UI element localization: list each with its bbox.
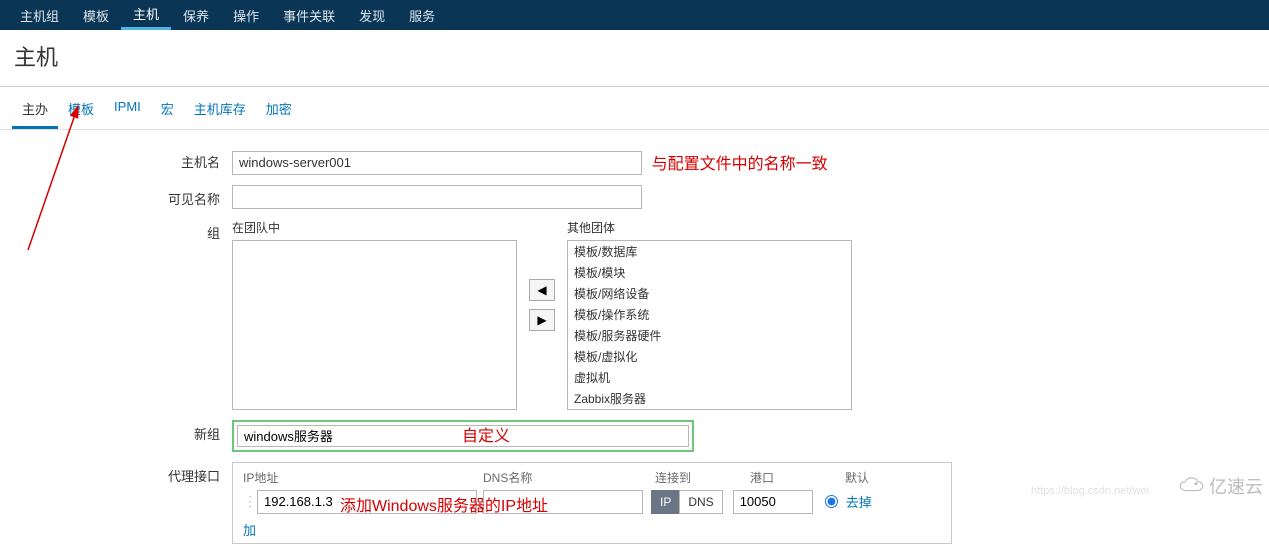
input-port[interactable]: [733, 490, 813, 514]
group-option[interactable]: 模板/数据库: [568, 241, 851, 262]
group-option[interactable]: 模板/虚拟化: [568, 346, 851, 367]
input-newgroup[interactable]: [237, 425, 689, 447]
header-in-group: 在团队中: [232, 219, 517, 236]
input-hostname[interactable]: [232, 151, 642, 175]
move-right-button[interactable]: ▶: [529, 309, 555, 331]
top-nav: 主机组 模板 主机 保养 操作 事件关联 发现 服务: [0, 0, 1269, 30]
host-form: 主机名 与配置文件中的名称一致 可见名称 组 在团队中 ◀ ▶: [0, 130, 1269, 544]
iface-headers: IP地址 DNS名称 连接到 港口 默认: [243, 469, 941, 486]
group-option[interactable]: 模板/模块: [568, 262, 851, 283]
group-option[interactable]: 虚拟机: [568, 367, 851, 388]
move-left-button[interactable]: ◀: [529, 279, 555, 301]
header-ip: IP地址: [243, 469, 483, 486]
tab-encryption[interactable]: 加密: [256, 93, 302, 129]
nav-hosts[interactable]: 主机: [121, 0, 171, 30]
row-newgroup: 新组 自定义: [0, 420, 1269, 452]
nav-event-correlation[interactable]: 事件关联: [271, 0, 347, 30]
row-hostname: 主机名 与配置文件中的名称一致: [0, 148, 1269, 175]
group-option[interactable]: 模板/服务器硬件: [568, 325, 851, 346]
label-agent-interface: 代理接口: [0, 462, 232, 485]
agent-interface-box: IP地址 DNS名称 连接到 港口 默认 ⋮⋮ IP DNS 去: [232, 462, 952, 544]
add-interface-link[interactable]: 加: [243, 520, 256, 539]
label-newgroup: 新组: [0, 420, 232, 443]
listbox-other-group[interactable]: 模板/数据库模板/模块模板/网络设备模板/操作系统模板/服务器硬件模板/虚拟化虚…: [567, 240, 852, 410]
listbox-in-group[interactable]: [232, 240, 517, 410]
nav-services[interactable]: 服务: [397, 0, 447, 30]
label-groups: 组: [0, 219, 232, 242]
group-option[interactable]: 模板/操作系统: [568, 304, 851, 325]
newgroup-highlight-box: [232, 420, 694, 452]
tab-host[interactable]: 主办: [12, 93, 58, 129]
nav-hostgroups[interactable]: 主机组: [8, 0, 71, 30]
nav-discovery[interactable]: 发现: [347, 0, 397, 30]
label-visible-name: 可见名称: [0, 185, 232, 208]
tab-macros[interactable]: 宏: [151, 93, 184, 129]
toggle-dns[interactable]: DNS: [679, 490, 722, 514]
toggle-ip[interactable]: IP: [651, 490, 679, 514]
iface-row: ⋮⋮ IP DNS 去掉: [243, 490, 941, 514]
label-hostname: 主机名: [0, 148, 232, 171]
nav-templates[interactable]: 模板: [71, 0, 121, 30]
tab-inventory[interactable]: 主机库存: [184, 93, 256, 129]
header-dns: DNS名称: [483, 469, 655, 486]
group-option[interactable]: 模板/网络设备: [568, 283, 851, 304]
row-groups: 组 在团队中 ◀ ▶ 其他团体 模板/数据库模板/模块模板/网络设备模板/操作系…: [0, 219, 1269, 410]
nav-maintenance[interactable]: 保养: [171, 0, 221, 30]
input-dns[interactable]: [483, 490, 643, 514]
group-option[interactable]: Zabbix服务器: [568, 388, 851, 409]
row-visible-name: 可见名称: [0, 185, 1269, 209]
sub-tabs: 主办 模板 IPMI 宏 主机库存 加密: [0, 87, 1269, 130]
page-title: 主机: [14, 40, 1255, 72]
group-option[interactable]: 网络设备: [568, 409, 851, 410]
group-move-buttons: ◀ ▶: [517, 219, 567, 331]
header-port: 港口: [750, 469, 845, 486]
header-connect-to: 连接到: [655, 469, 750, 486]
annotation-hostname: 与配置文件中的名称一致: [652, 150, 828, 174]
input-ip[interactable]: [257, 490, 477, 514]
input-visible-name[interactable]: [232, 185, 642, 209]
remove-interface-link[interactable]: 去掉: [846, 492, 872, 511]
drag-handle-icon[interactable]: ⋮⋮: [243, 493, 257, 510]
row-agent-interface: 代理接口 IP地址 DNS名称 连接到 港口 默认 ⋮⋮ IP DNS: [0, 462, 1269, 544]
connect-to-toggle: IP DNS: [651, 490, 723, 514]
nav-actions[interactable]: 操作: [221, 0, 271, 30]
radio-default[interactable]: [825, 495, 838, 508]
tab-ipmi[interactable]: IPMI: [104, 93, 151, 129]
header-other-group: 其他团体: [567, 219, 852, 236]
header-default: 默认: [845, 469, 905, 486]
tab-templates[interactable]: 模板: [58, 93, 104, 129]
page-title-bar: 主机: [0, 30, 1269, 87]
